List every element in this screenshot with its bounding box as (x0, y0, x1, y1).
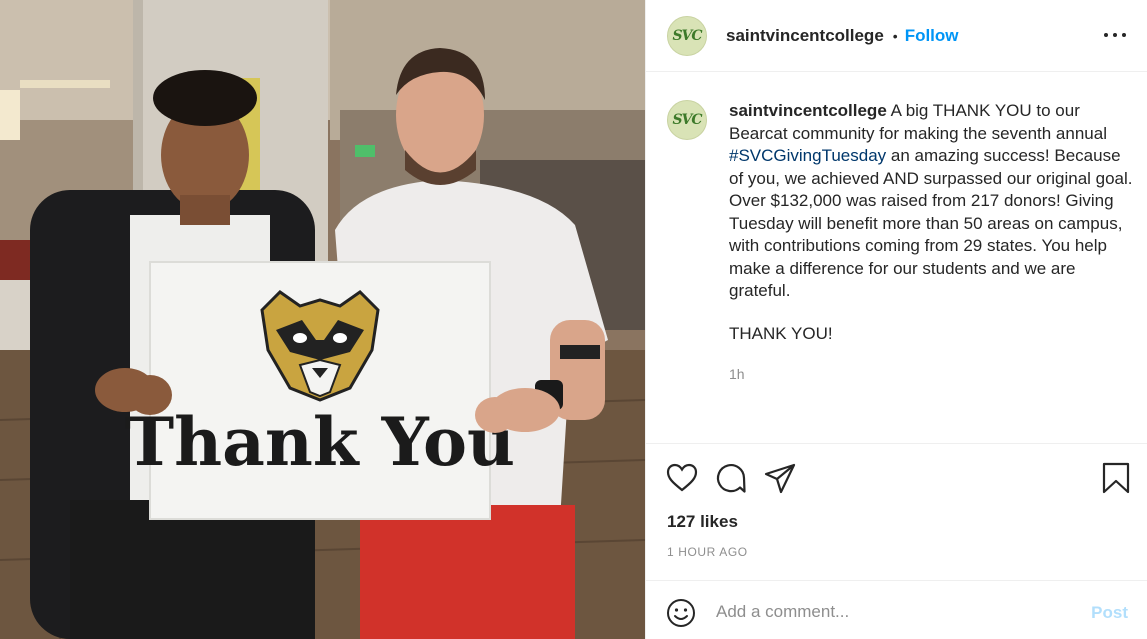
post-header: SVC saintvincentcollege • Follow (646, 0, 1147, 72)
post-details-panel: SVC saintvincentcollege • Follow SVC sai… (645, 0, 1147, 639)
caption-timestamp[interactable]: 1h (729, 366, 745, 382)
hashtag-link[interactable]: #SVCGivingTuesday (729, 146, 886, 165)
photo-scene: Thank You (0, 0, 645, 639)
separator-dot: • (892, 27, 898, 44)
comment-input[interactable] (716, 598, 1066, 626)
avatar-initials: SVC (672, 27, 702, 44)
heart-icon[interactable] (666, 462, 698, 494)
caption-avatar[interactable]: SVC (667, 100, 707, 140)
username-link[interactable]: saintvincentcollege (726, 26, 884, 46)
post-photo[interactable]: Thank You (0, 0, 645, 639)
caption-body-end: an amazing success! Because of you, we a… (729, 146, 1133, 300)
emoji-icon[interactable] (666, 598, 696, 628)
post-actions: 127 likes 1 HOUR AGO (646, 443, 1147, 580)
comment-icon[interactable] (715, 462, 747, 494)
caption-text: saintvincentcollege A big THANK YOU to o… (729, 100, 1139, 303)
sign-text: Thank You (125, 403, 515, 481)
avatar-initials: SVC (672, 112, 702, 128)
bookmark-icon[interactable] (1100, 462, 1132, 494)
likes-count[interactable]: 127 likes (667, 512, 738, 532)
caption-block: SVC saintvincentcollege A big THANK YOU … (667, 100, 1137, 442)
more-options-icon[interactable] (1104, 25, 1126, 45)
post-comment-button[interactable]: Post (1091, 603, 1128, 623)
avatar[interactable]: SVC (667, 15, 707, 56)
share-icon[interactable] (764, 462, 796, 494)
caption-username[interactable]: saintvincentcollege (729, 101, 887, 120)
follow-button[interactable]: Follow (905, 26, 959, 46)
caption-thank-you: THANK YOU! (729, 324, 833, 343)
comment-bar: Post (646, 580, 1147, 639)
post-time-ago[interactable]: 1 HOUR AGO (667, 545, 748, 559)
